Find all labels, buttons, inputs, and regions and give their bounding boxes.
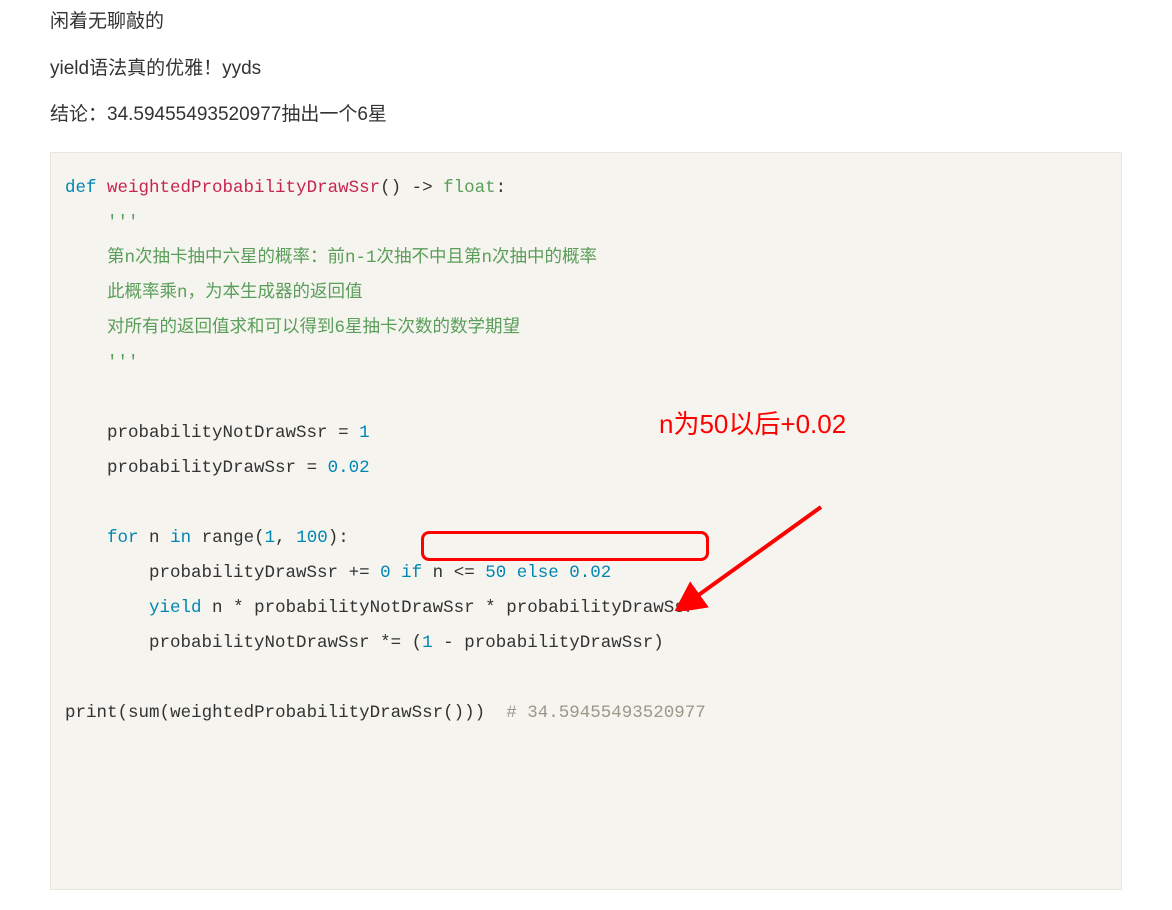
plus-equals: += [349,563,370,583]
close-paren: ) [391,178,402,198]
docstring-line-2: 此概率乘n，为本生成器的返回值 [107,283,363,303]
return-type: float [443,178,496,198]
var-draw-4: probabilityDrawSsr [464,633,653,653]
call-fn: weightedProbabilityDrawSsr [170,703,443,723]
literal-zero: 0 [380,563,391,583]
annotation-label: n为50以后+0.02 [659,398,846,450]
keyword-else: else [517,563,559,583]
star-equals: *= [380,633,401,653]
star-2: * [485,598,496,618]
keyword-in: in [170,528,191,548]
var-not-draw-3: probabilityNotDrawSsr [149,633,370,653]
fn-sum: sum [128,703,160,723]
keyword-if: if [401,563,422,583]
colon: : [496,178,507,198]
sum-close: ) [464,703,475,723]
paren-close-2: ) [653,633,664,653]
arrow-return: -> [412,178,433,198]
sum-open: ( [160,703,171,723]
keyword-yield: yield [149,598,202,618]
var-not-draw-2: probabilityNotDrawSsr [254,598,475,618]
annotation-box [421,531,709,561]
for-colon: : [338,528,349,548]
literal-fifty: 50 [485,563,506,583]
range-open: ( [254,528,265,548]
equals-1: = [338,423,349,443]
literal-002-1: 0.02 [328,458,370,478]
equals-2: = [307,458,318,478]
docstring-line-1: 第n次抽卡抽中六星的概率：前n-1次抽不中且第n次抽中的概率 [107,248,597,268]
docstring-open: ''' [107,213,139,233]
var-not-draw-1: probabilityNotDrawSsr [107,423,328,443]
fn-print: print [65,703,118,723]
docstring-line-3: 对所有的返回值求和可以得到6星抽卡次数的数学期望 [107,318,520,338]
fn-range: range [202,528,255,548]
var-draw-1: probabilityDrawSsr [107,458,296,478]
var-draw-2: probabilityDrawSsr [149,563,338,583]
literal-002-2: 0.02 [569,563,611,583]
literal-one: 1 [359,423,370,443]
literal-one-2: 1 [422,633,433,653]
prose-paragraph-3: 结论：34.59455493520977抽出一个6星 [50,101,1122,130]
open-paren: ( [380,178,391,198]
prose-paragraph-2: yield语法真的优雅！yyds [50,55,1122,84]
keyword-for: for [107,528,139,548]
range-close: ) [328,528,339,548]
var-n-3: n [212,598,223,618]
var-n-2: n [433,563,444,583]
function-name: weightedProbabilityDrawSsr [107,178,380,198]
keyword-def: def [65,178,97,198]
var-n-1: n [149,528,160,548]
range-start: 1 [265,528,276,548]
star-1: * [233,598,244,618]
python-code-block: def weightedProbabilityDrawSsr() -> floa… [50,152,1122,890]
print-close: ) [475,703,486,723]
call-close: ) [454,703,465,723]
var-draw-3: probabilityDrawSsr [506,598,695,618]
range-end: 100 [296,528,328,548]
result-comment: # 34.59455493520977 [506,703,706,723]
print-open: ( [118,703,129,723]
prose-paragraph-1: 闲着无聊敲的 [50,8,1122,37]
docstring-close: ''' [107,353,139,373]
minus-op: - [443,633,454,653]
range-comma: , [275,528,286,548]
call-open: ( [443,703,454,723]
le-operator: <= [454,563,475,583]
paren-open-2: ( [412,633,423,653]
